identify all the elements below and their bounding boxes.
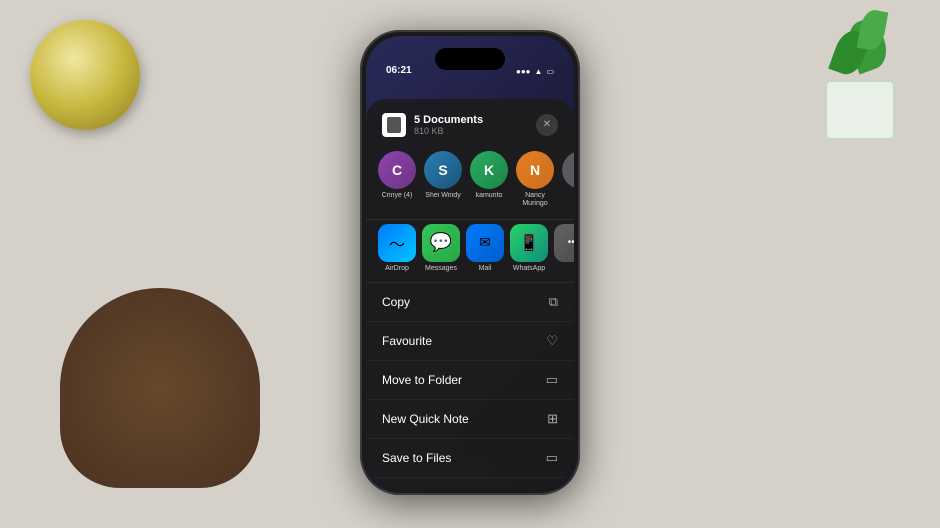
hand-decoration [60,288,260,488]
status-time: 06:21 [386,65,412,76]
apps-row: 〜 AirDrop 💬 Messages ✉ Mail 📱 WhatsApp [366,220,574,282]
plant-decoration [810,10,910,140]
action-move-to-folder[interactable]: Move to Folder ▭ [366,361,574,400]
sheet-title-group: 5 Documents 810 KB [414,114,536,136]
phone-screen: 06:21 ●●● ▲ ▭ 5 Documents 810 KB [366,36,574,489]
document-icon [382,113,406,137]
whatsapp-label: WhatsApp [513,265,545,272]
action-copy[interactable]: Copy ⧉ [366,283,574,322]
contact-shei[interactable]: S Shei Windy [424,151,462,209]
contact-avatar-nancy: N [516,151,554,189]
clock-decoration [30,20,140,130]
note-icon: ⊞ [547,411,558,427]
messages-icon: 💬 [422,224,460,262]
sheet-title: 5 Documents [414,114,536,126]
contact-name-nancy: Nancy Muringo [516,192,554,209]
folder-icon: ▭ [546,372,558,388]
contact-nancy[interactable]: N Nancy Muringo [516,151,554,209]
share-sheet: 5 Documents 810 KB ✕ C Crinye (4) [366,99,574,489]
airdrop-label: AirDrop [385,265,409,272]
contact-avatar-kamunto: K [470,151,508,189]
app-airdrop[interactable]: 〜 AirDrop [378,224,416,272]
messages-label: Messages [425,265,457,272]
action-move-label: Move to Folder [382,373,462,387]
copy-icon: ⧉ [549,294,558,310]
sheet-header: 5 Documents 810 KB ✕ [366,99,574,147]
contact-crinye[interactable]: C Crinye (4) [378,151,416,209]
signal-icon: ●●● [516,67,531,76]
action-list: Copy ⧉ Favourite ♡ Move to Folder ▭ New … [366,283,574,489]
files-icon: ▭ [546,450,558,466]
action-favourite-label: Favourite [382,334,432,348]
action-new-quick-note[interactable]: New Quick Note ⊞ [366,400,574,439]
scene: 06:21 ●●● ▲ ▭ 5 Documents 810 KB [0,0,940,528]
app-messages[interactable]: 💬 Messages [422,224,460,272]
status-icons: ●●● ▲ ▭ [516,67,554,76]
contact-name-crinye: Crinye (4) [382,192,413,200]
close-button[interactable]: ✕ [536,114,558,136]
contact-avatar-more: › [562,151,574,189]
mail-icon: ✉ [466,224,504,262]
action-note-label: New Quick Note [382,412,469,426]
battery-icon: ▭ [546,67,554,76]
app-whatsapp[interactable]: 📱 WhatsApp [510,224,548,272]
close-icon: ✕ [543,120,551,130]
whatsapp-icon: 📱 [510,224,548,262]
action-copy-label: Copy [382,295,410,309]
mail-label: Mail [479,265,492,272]
app-mail[interactable]: ✉ Mail [466,224,504,272]
phone: 06:21 ●●● ▲ ▭ 5 Documents 810 KB [360,30,580,495]
contact-avatar-shei: S [424,151,462,189]
contact-more[interactable]: › [562,151,574,209]
action-favourite[interactable]: Favourite ♡ [366,322,574,361]
contact-avatar-crinye: C [378,151,416,189]
action-files-label: Save to Files [382,451,451,465]
contact-kamunto[interactable]: K kamunto [470,151,508,209]
contact-name-shei: Shei Windy [425,192,460,200]
action-save-to-pinterest[interactable]: Save to Pinterest Ⓟ [366,478,574,489]
wifi-icon: ▲ [535,67,543,76]
dynamic-island [435,48,505,70]
sheet-subtitle: 810 KB [414,126,536,136]
more-icon: ••• [554,224,574,262]
action-save-to-files[interactable]: Save to Files ▭ [366,439,574,478]
favourite-icon: ♡ [546,333,558,349]
contacts-row: C Crinye (4) S Shei Windy K [366,147,574,219]
contact-name-kamunto: kamunto [476,192,503,200]
airdrop-icon: 〜 [378,224,416,262]
app-more[interactable]: ••• [554,224,574,272]
